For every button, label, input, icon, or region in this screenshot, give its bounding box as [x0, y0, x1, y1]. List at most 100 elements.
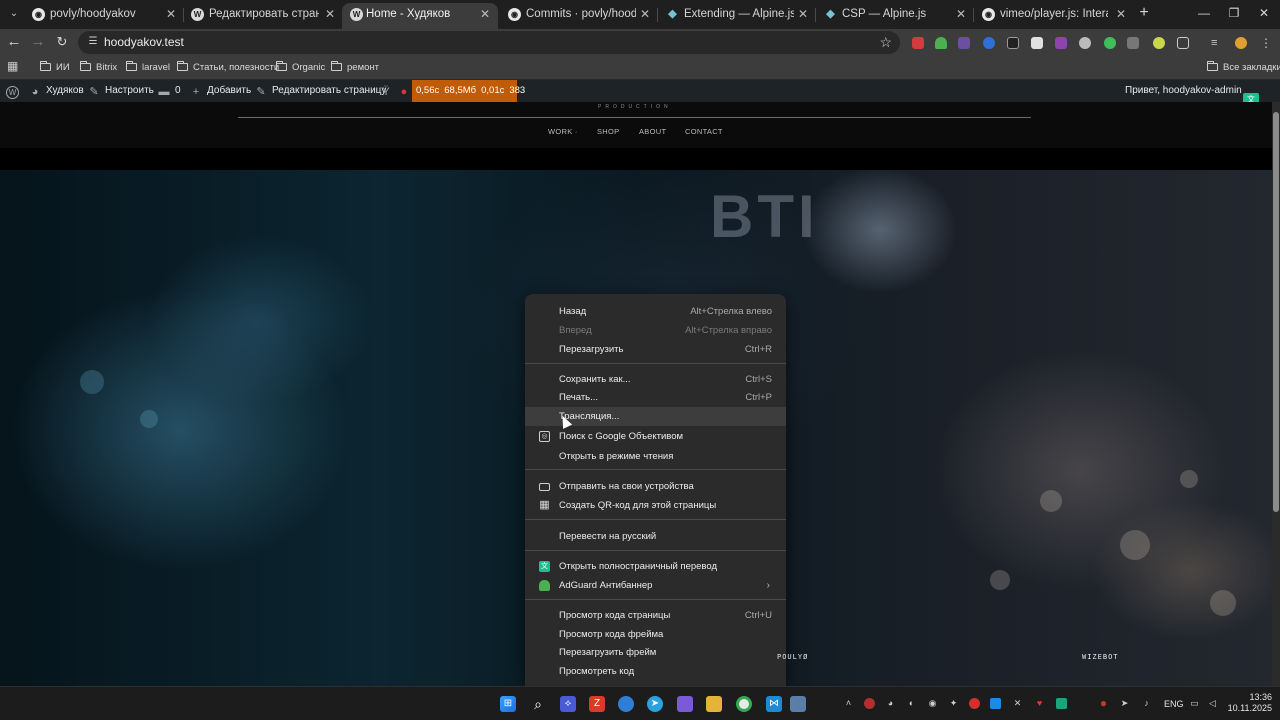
all-bookmarks[interactable]: Все закладки: [1207, 60, 1280, 76]
app-icon[interactable]: [790, 696, 806, 712]
nav-contact[interactable]: CONTACT: [685, 126, 723, 138]
apps-grid-icon[interactable]: ▦: [7, 60, 19, 72]
forward-button[interactable]: →: [30, 34, 46, 50]
adguard-extension-icon[interactable]: [935, 37, 947, 49]
nav-work[interactable]: WORK ·: [548, 126, 578, 138]
close-icon[interactable]: ✕: [323, 3, 337, 25]
bookmark-folder[interactable]: ремонт: [331, 60, 379, 76]
steam-icon[interactable]: ◉: [927, 698, 938, 709]
tab-5[interactable]: ◆ CSP — Alpine.js ✕: [822, 3, 968, 29]
tray-app-icon[interactable]: ◐: [906, 698, 917, 709]
url-text[interactable]: hoodyakov.test: [104, 34, 184, 51]
back-button[interactable]: ←: [6, 34, 22, 50]
tray-overflow-icon[interactable]: ˄: [843, 698, 854, 709]
menu-item-view-source[interactable]: Просмотр кода страницы Ctrl+U: [525, 606, 786, 625]
close-icon[interactable]: ✕: [164, 3, 178, 25]
menu-item-forward[interactable]: Вперед Alt+Стрелка вправо: [525, 321, 786, 340]
site-info-icon[interactable]: ☰: [86, 35, 100, 49]
tray-app-icon[interactable]: [990, 698, 1001, 709]
clock[interactable]: 13:36 10.11.2025: [1226, 692, 1272, 714]
menu-item-full-page-translate[interactable]: 文 Открыть полностраничный перевод: [525, 557, 786, 576]
search-icon[interactable]: ⌕: [530, 696, 546, 712]
maximize-button[interactable]: ❐: [1226, 4, 1242, 22]
tab-2-active[interactable]: W Home - Худяков ✕: [342, 3, 498, 29]
close-window-button[interactable]: ✕: [1256, 4, 1272, 22]
page-scrollbar[interactable]: [1272, 102, 1280, 686]
extension-icon[interactable]: [1031, 37, 1043, 49]
microphone-icon[interactable]: ♪: [1141, 698, 1152, 709]
tray-app-icon[interactable]: [1056, 698, 1067, 709]
tab-0[interactable]: ◉ povly/hoodyakov ✕: [30, 3, 178, 29]
extension-icon[interactable]: [1127, 37, 1139, 49]
query-monitor-stats[interactable]: 0,56с 68,5Мб 0,01с 383: [412, 80, 525, 102]
media-controls-icon[interactable]: ≡: [1211, 37, 1223, 49]
tab-4[interactable]: ◆ Extending — Alpine.js ✕: [664, 3, 810, 29]
bookmark-folder[interactable]: Bitrix: [80, 60, 117, 76]
close-icon[interactable]: ✕: [796, 3, 810, 25]
nav-shop[interactable]: SHOP: [597, 126, 619, 138]
tab-search-icon[interactable]: ⌄: [4, 5, 24, 23]
language-indicator[interactable]: ENG: [1164, 697, 1184, 711]
extension-icon[interactable]: [1079, 37, 1091, 49]
address-bar[interactable]: ☰ hoodyakov.test ☆: [78, 31, 900, 54]
app-icon[interactable]: ⟡: [560, 696, 576, 712]
menu-item-reload-frame[interactable]: Перезагрузить фрейм: [525, 643, 786, 662]
menu-item-back[interactable]: Назад Alt+Стрелка влево: [525, 302, 786, 321]
menu-item-adguard[interactable]: AdGuard Антибаннер ›: [525, 576, 786, 595]
bookmark-folder[interactable]: ИИ: [40, 60, 70, 76]
close-icon[interactable]: ✕: [1114, 3, 1128, 25]
filezilla-icon[interactable]: Z: [589, 696, 605, 712]
extension-icon[interactable]: [1007, 37, 1019, 49]
tray-app-icon[interactable]: [969, 698, 980, 709]
minimize-button[interactable]: —: [1196, 4, 1212, 22]
close-icon[interactable]: ✕: [478, 3, 492, 25]
chrome-icon[interactable]: [736, 696, 752, 712]
menu-item-reading-mode[interactable]: Открыть в режиме чтения: [525, 447, 786, 466]
tray-app-icon[interactable]: [864, 698, 875, 709]
menu-item-view-frame-source[interactable]: Просмотр кода фрейма: [525, 625, 786, 644]
menu-item-print[interactable]: Печать... Ctrl+P: [525, 388, 786, 407]
avatar[interactable]: [1235, 37, 1247, 49]
menu-item-inspect[interactable]: Просмотреть код: [525, 662, 786, 681]
menu-item-save-as[interactable]: Сохранить как... Ctrl+S: [525, 370, 786, 389]
bookmark-star-icon[interactable]: ☆: [879, 34, 892, 51]
nav-about[interactable]: ABOUT: [639, 126, 666, 138]
admin-edit-page[interactable]: ✎ Редактировать страницу: [255, 80, 386, 102]
admin-comments[interactable]: ▬ 0: [158, 80, 181, 102]
more-menu-icon[interactable]: ⋮: [1260, 37, 1272, 49]
menu-item-reload[interactable]: Перезагрузить Ctrl+R: [525, 340, 786, 359]
admin-yoast[interactable]: Ÿ: [380, 80, 397, 102]
extension-icon[interactable]: [983, 37, 995, 49]
tab-3[interactable]: ◉ Commits · povly/hoodyakov ✕: [506, 3, 652, 29]
extensions-puzzle-icon[interactable]: [1177, 37, 1189, 49]
file-explorer-icon[interactable]: [706, 696, 722, 712]
menu-item-qr-code[interactable]: ▦ Создать QR-код для этой страницы: [525, 496, 786, 515]
bookmark-folder[interactable]: Статьи, полезности: [177, 60, 279, 76]
vscode-icon[interactable]: ⋈: [766, 696, 782, 712]
extension-icon[interactable]: [1104, 37, 1116, 49]
discord-icon[interactable]: ◕: [885, 698, 896, 709]
admin-account[interactable]: Привет, hoodyakov-admin: [1125, 80, 1242, 102]
start-icon[interactable]: ⊞: [500, 696, 516, 712]
admin-site-name[interactable]: ◕ Худяков: [29, 80, 84, 102]
extension-icon[interactable]: [1153, 37, 1165, 49]
volume-icon[interactable]: ◁: [1207, 698, 1218, 709]
tray-app-icon[interactable]: ●: [1098, 697, 1109, 709]
tray-app-icon[interactable]: ✦: [948, 698, 959, 709]
new-tab-button[interactable]: +: [1136, 4, 1152, 22]
admin-customize[interactable]: ✎ Настроить: [88, 80, 153, 102]
menu-item-google-lens[interactable]: ◎ Поиск с Google Объективом: [525, 427, 786, 446]
menu-item-translate[interactable]: Перевести на русский: [525, 527, 786, 546]
menu-item-send-to-devices[interactable]: Отправить на свои устройства: [525, 477, 786, 496]
tray-app-icon[interactable]: ✕: [1012, 698, 1023, 709]
close-icon[interactable]: ✕: [954, 3, 968, 25]
tray-app-icon[interactable]: ♥: [1034, 698, 1045, 709]
scroll-thumb[interactable]: [1273, 112, 1279, 512]
telegram-icon[interactable]: ➤: [1119, 698, 1130, 709]
bookmark-folder[interactable]: Organic: [276, 60, 325, 76]
close-icon[interactable]: ✕: [638, 3, 652, 25]
tab-6[interactable]: ◉ vimeo/player.js: Interact with a ✕: [980, 3, 1128, 29]
abp-extension-icon[interactable]: [912, 37, 924, 49]
extension-icon[interactable]: [958, 37, 970, 49]
app-icon[interactable]: [677, 696, 693, 712]
